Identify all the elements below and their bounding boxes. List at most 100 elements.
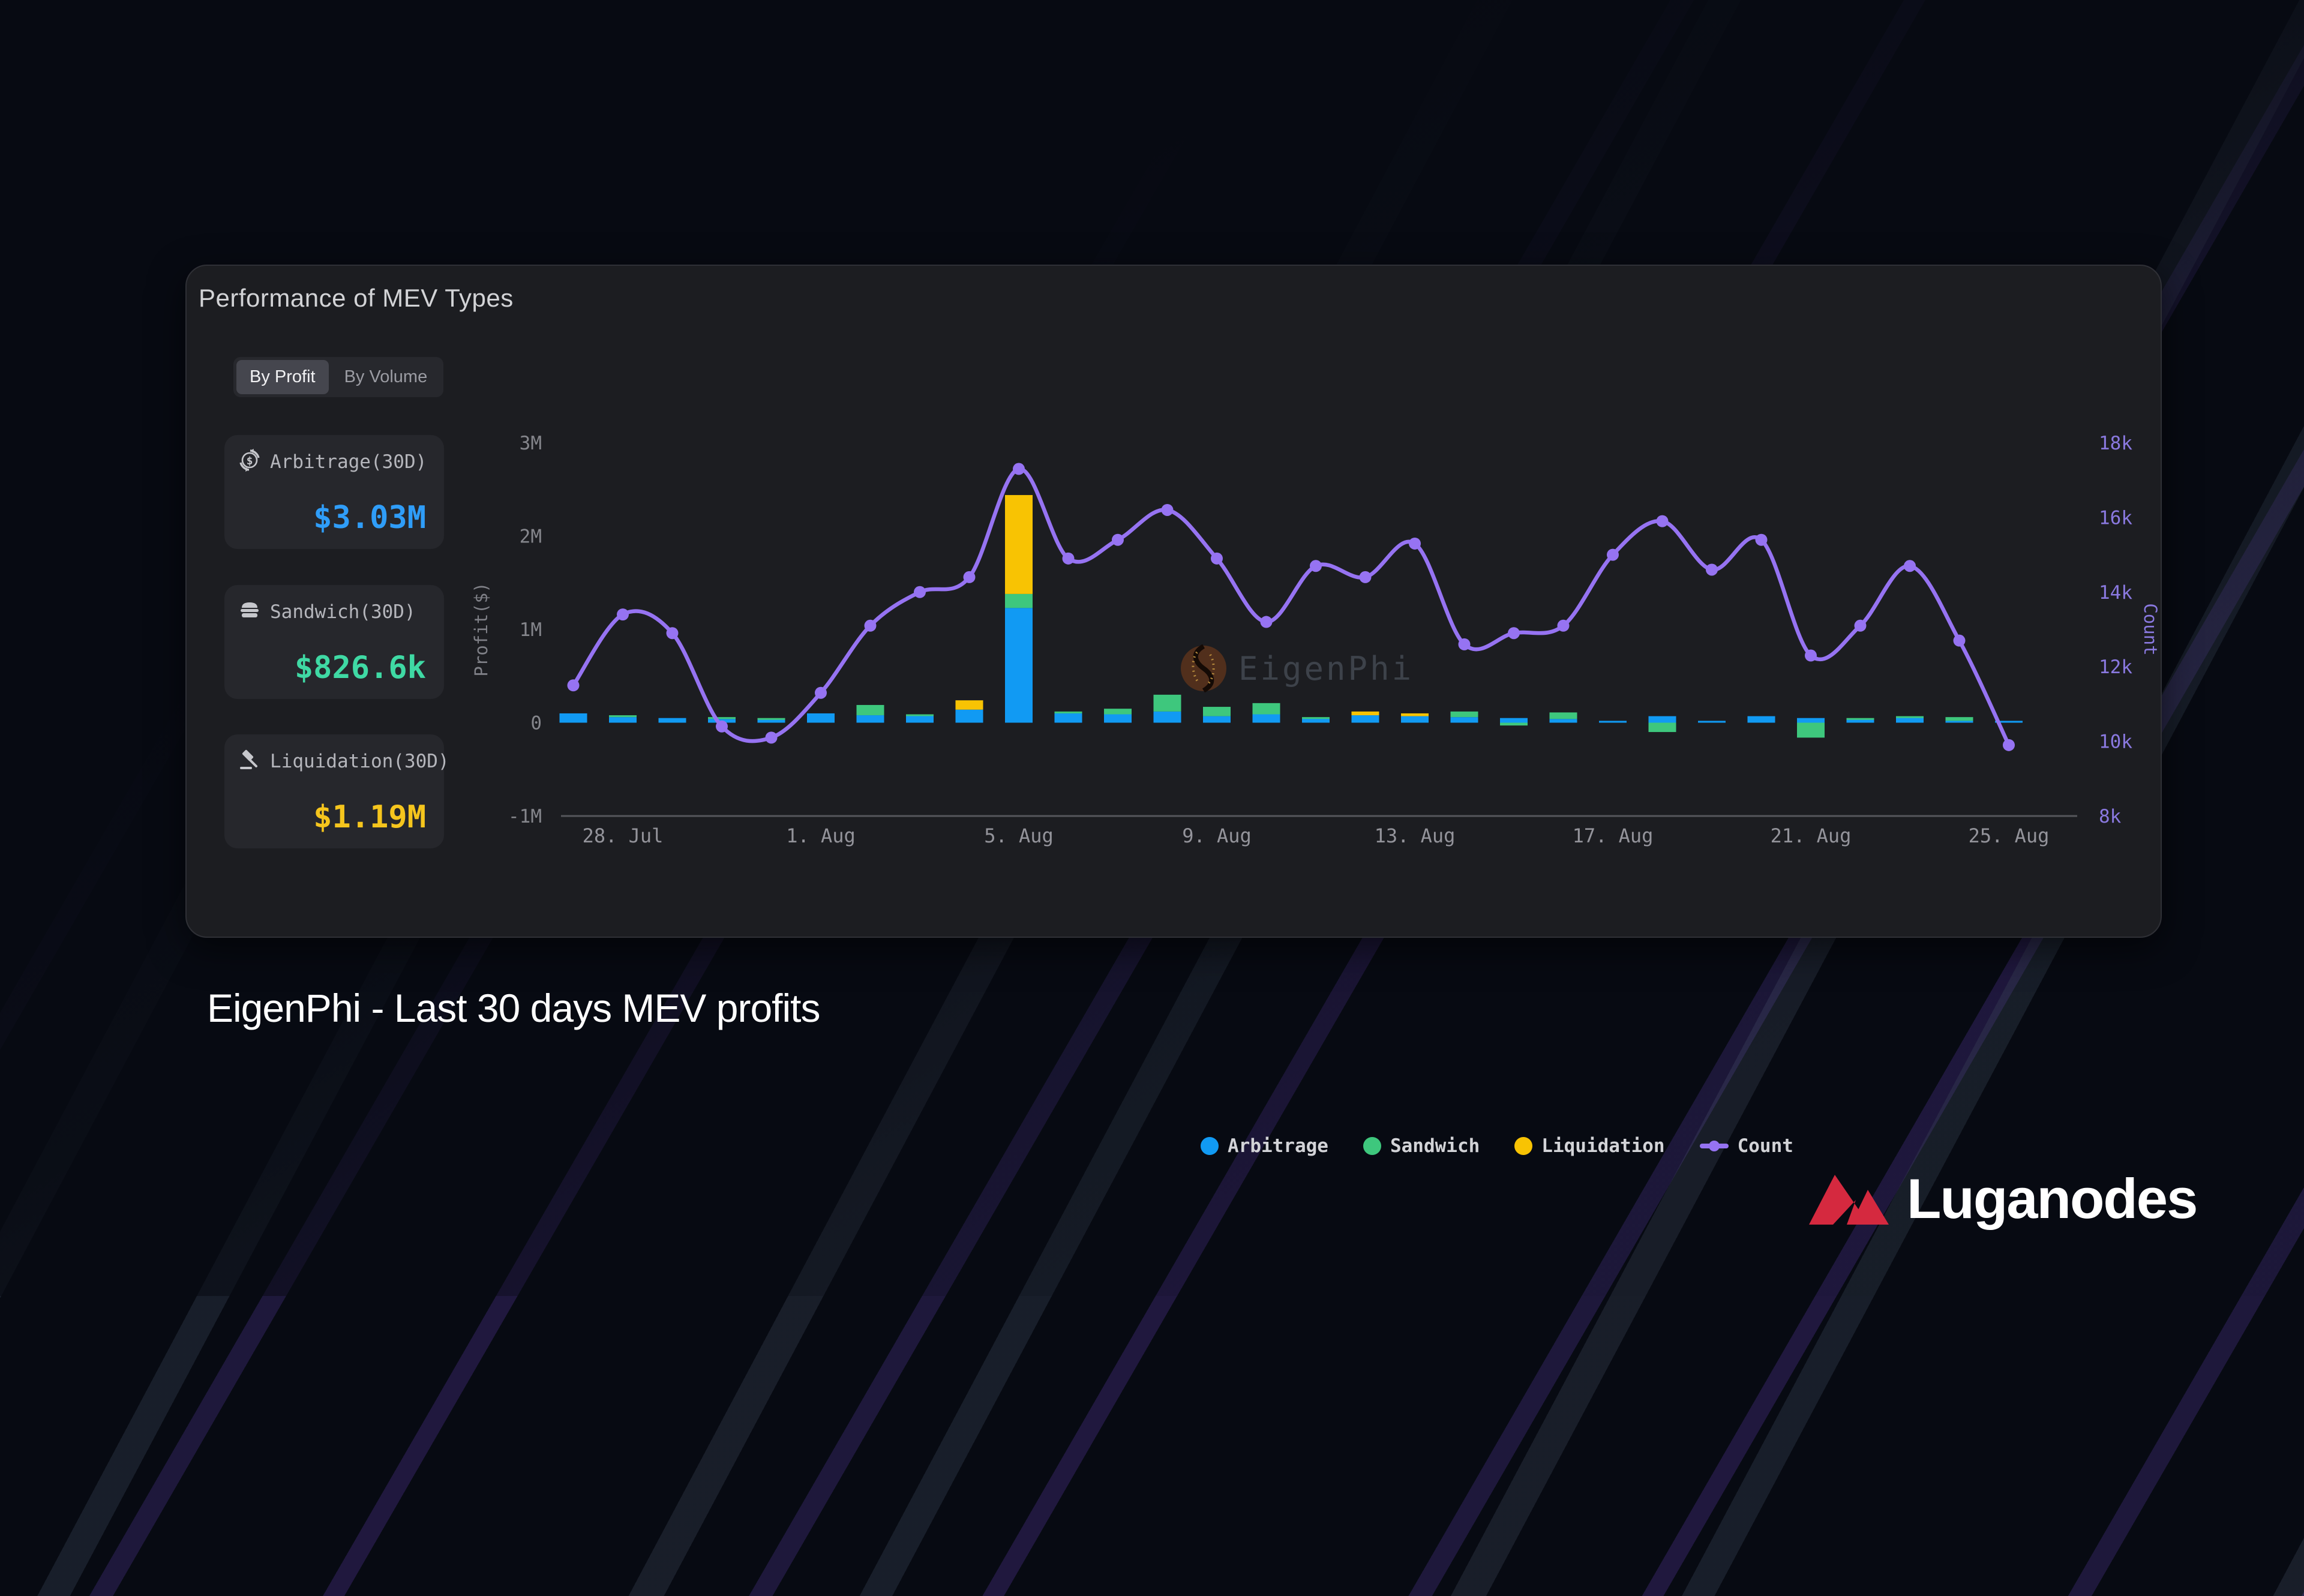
bar-segment bbox=[659, 718, 686, 723]
svg-text:25. Aug: 25. Aug bbox=[1969, 824, 2050, 847]
bar-segment bbox=[1797, 718, 1825, 723]
bar-segment bbox=[560, 713, 587, 723]
svg-text:12k: 12k bbox=[2099, 656, 2132, 678]
count-point bbox=[1607, 549, 1619, 561]
bar-segment bbox=[857, 715, 884, 722]
count-point bbox=[1112, 534, 1124, 546]
svg-text:-1M: -1M bbox=[508, 806, 542, 827]
count-point bbox=[667, 627, 679, 639]
bar-segment bbox=[1451, 712, 1478, 717]
count-point bbox=[568, 679, 580, 691]
bar-segment bbox=[1946, 721, 1973, 722]
svg-text:2M: 2M bbox=[520, 526, 542, 548]
count-point bbox=[1310, 560, 1322, 572]
count-point bbox=[1459, 638, 1471, 650]
bar-segment bbox=[1055, 712, 1082, 713]
count-point bbox=[1261, 616, 1273, 628]
svg-text:14k: 14k bbox=[2099, 582, 2132, 604]
count-point bbox=[716, 721, 728, 733]
svg-text:1. Aug: 1. Aug bbox=[786, 824, 856, 847]
svg-text:28. Jul: 28. Jul bbox=[583, 824, 664, 847]
bar-segment bbox=[1352, 715, 1379, 722]
bar-segment bbox=[906, 715, 934, 716]
count-point bbox=[617, 608, 629, 620]
count-point bbox=[1706, 563, 1718, 575]
liquidation-legend-marker-icon bbox=[1514, 1137, 1532, 1155]
bar-segment bbox=[1005, 594, 1033, 608]
bar-segment bbox=[1550, 712, 1577, 719]
bar-segment bbox=[1302, 717, 1330, 719]
bar-segment bbox=[1005, 495, 1033, 594]
legend-label: Arbitrage bbox=[1228, 1135, 1328, 1157]
svg-text:18k: 18k bbox=[2099, 433, 2132, 454]
bar-segment bbox=[609, 717, 637, 722]
svg-text:1M: 1M bbox=[520, 619, 542, 641]
count-point bbox=[914, 586, 926, 598]
bar-segment bbox=[1005, 608, 1033, 722]
count-point bbox=[2003, 739, 2015, 751]
bar-segment bbox=[1401, 713, 1429, 716]
legend-item-liquidation[interactable]: Liquidation bbox=[1514, 1135, 1664, 1157]
svg-text:0: 0 bbox=[530, 713, 542, 734]
svg-text:9. Aug: 9. Aug bbox=[1182, 824, 1252, 847]
bar-segment bbox=[1599, 721, 1627, 722]
mev-chart: 3M2M1M0-1M18k16k14k12k10k8kProfit($)Coun… bbox=[0, 0, 2304, 1296]
bar-segment bbox=[1203, 707, 1231, 716]
right-axis-ticks: 18k16k14k12k10k8k bbox=[2099, 433, 2132, 827]
bar-segment bbox=[857, 705, 884, 715]
bar-segment bbox=[1253, 715, 1280, 723]
bar-segment bbox=[1104, 715, 1132, 723]
legend-label: Liquidation bbox=[1541, 1135, 1664, 1157]
bar-segment bbox=[1203, 716, 1231, 723]
count-line-markers bbox=[568, 463, 2015, 751]
svg-text:17. Aug: 17. Aug bbox=[1573, 824, 1654, 847]
bar-segment bbox=[1748, 716, 1775, 723]
count-point bbox=[1508, 627, 1520, 639]
bar-segment bbox=[1847, 718, 1874, 720]
bar-segment bbox=[758, 718, 785, 720]
count-point bbox=[1558, 620, 1570, 632]
bar-segment bbox=[956, 700, 983, 710]
svg-text:13. Aug: 13. Aug bbox=[1375, 824, 1456, 847]
bar-segment bbox=[708, 717, 736, 719]
bar-segment bbox=[1896, 716, 1924, 718]
legend-item-count[interactable]: Count bbox=[1700, 1135, 1793, 1157]
bar-segment bbox=[1401, 716, 1429, 723]
count-point bbox=[1360, 571, 1372, 583]
bar-segment bbox=[1451, 717, 1478, 722]
bars-arbitrage bbox=[560, 608, 2023, 722]
bar-segment bbox=[1500, 723, 1528, 726]
legend-item-sandwich[interactable]: Sandwich bbox=[1363, 1135, 1480, 1157]
arbitrage-legend-marker-icon bbox=[1201, 1137, 1219, 1155]
count-line bbox=[574, 469, 2009, 745]
left-axis-ticks: 3M2M1M0-1M bbox=[508, 433, 542, 827]
bar-segment bbox=[1154, 695, 1181, 712]
bar-segment bbox=[906, 715, 934, 722]
count-point bbox=[1211, 553, 1223, 565]
count-point bbox=[1855, 620, 1867, 632]
page-background: { "panel": { "title": "Performance of ME… bbox=[0, 0, 2304, 1296]
count-point bbox=[1063, 553, 1075, 565]
count-point bbox=[1657, 515, 1669, 527]
count-point bbox=[1805, 650, 1817, 662]
bar-segment bbox=[1500, 718, 1528, 723]
count-point bbox=[1756, 534, 1768, 546]
count-point bbox=[1954, 635, 1966, 647]
bar-segment bbox=[1698, 721, 1726, 722]
left-axis-title: Profit($) bbox=[471, 582, 491, 676]
bar-segment bbox=[956, 710, 983, 723]
sandwich-legend-marker-icon bbox=[1363, 1137, 1381, 1155]
count-point bbox=[766, 731, 778, 743]
count-legend-marker-icon bbox=[1700, 1137, 1729, 1155]
bar-segment bbox=[1946, 717, 1973, 721]
count-point bbox=[964, 571, 976, 583]
svg-text:16k: 16k bbox=[2099, 507, 2132, 529]
svg-text:10k: 10k bbox=[2099, 731, 2132, 753]
count-point bbox=[1162, 504, 1174, 516]
right-axis-title: Count bbox=[2140, 603, 2161, 655]
legend-item-arbitrage[interactable]: Arbitrage bbox=[1201, 1135, 1328, 1157]
bar-segment bbox=[1104, 709, 1132, 714]
svg-text:21. Aug: 21. Aug bbox=[1771, 824, 1852, 847]
chart-legend: Arbitrage Sandwich Liquidation Count bbox=[1201, 1128, 1793, 1164]
count-point bbox=[1904, 560, 1916, 572]
